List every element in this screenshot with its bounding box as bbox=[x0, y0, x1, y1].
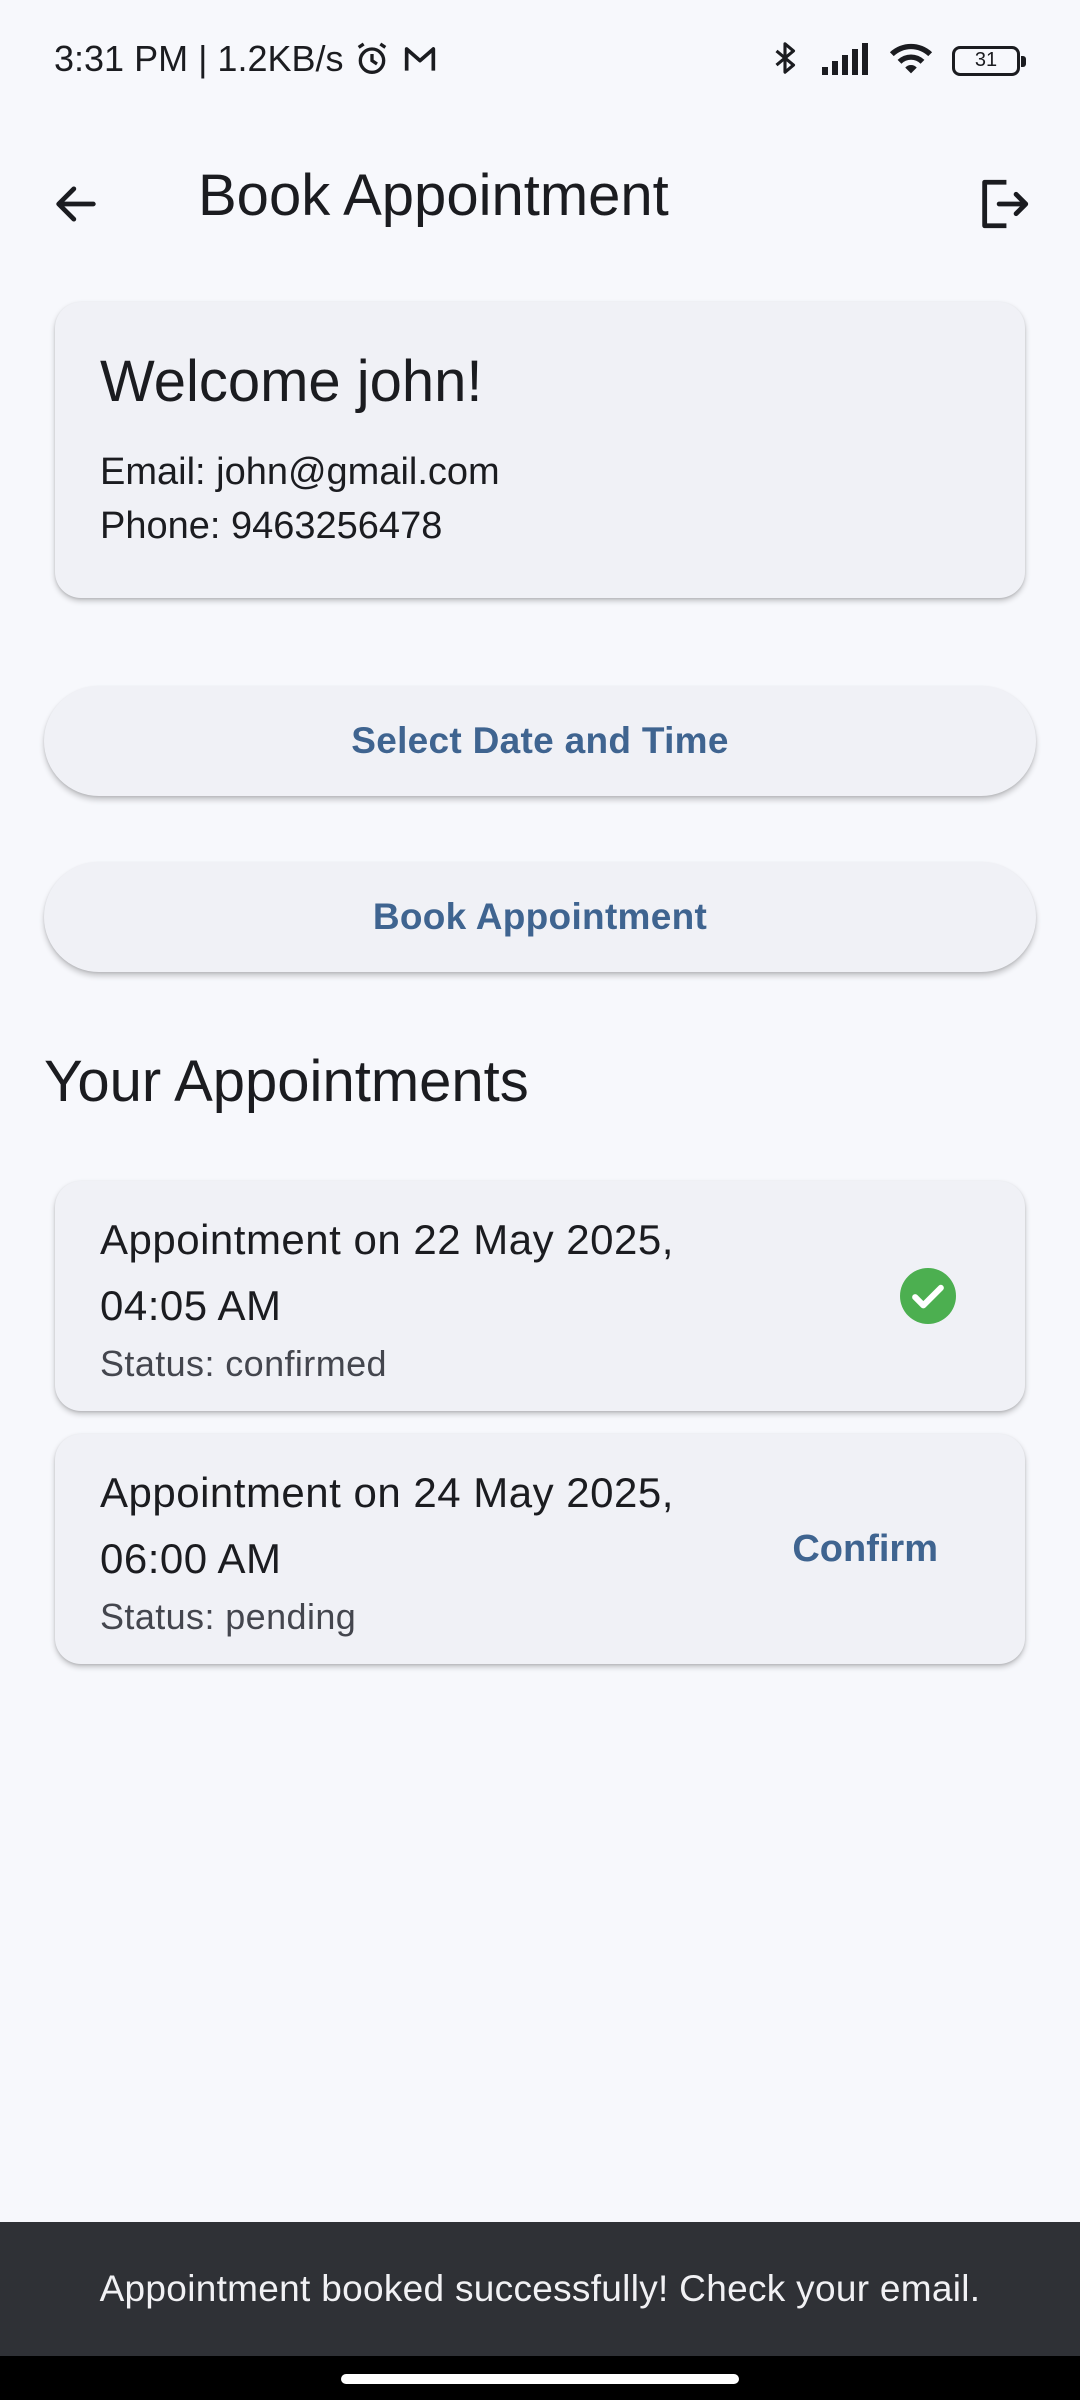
logout-icon bbox=[982, 179, 1029, 229]
wifi-icon bbox=[888, 40, 934, 81]
user-phone: Phone: 9463256478 bbox=[100, 505, 443, 547]
back-button[interactable] bbox=[40, 168, 112, 240]
bluetooth-icon bbox=[768, 38, 802, 83]
appointment-title: Appointment on 24 May 2025, 06:00 AM bbox=[100, 1469, 674, 1582]
gmail-icon bbox=[400, 39, 440, 79]
snackbar: Appointment booked successfully! Check y… bbox=[0, 2222, 1080, 2356]
battery-level: 31 bbox=[974, 49, 998, 71]
welcome-title: Welcome john! bbox=[100, 349, 483, 414]
battery-icon: 31 bbox=[952, 45, 1026, 76]
snackbar-message: Appointment booked successfully! Check y… bbox=[99, 2268, 981, 2309]
logout-button[interactable] bbox=[968, 168, 1040, 240]
appointment-card: Appointment on 22 May 2025, 04:05 AM Sta… bbox=[55, 1181, 1025, 1411]
appointment-status: Status: confirmed bbox=[100, 1343, 387, 1384]
status-right: 31 bbox=[768, 38, 1026, 83]
app-bar: Book Appointment bbox=[0, 124, 1080, 294]
signal-icon bbox=[820, 41, 870, 80]
page-title: Book Appointment bbox=[198, 163, 669, 228]
status-left: 3:31 PM | 1.2KB/s bbox=[54, 38, 440, 80]
user-email: Email: john@gmail.com bbox=[100, 451, 500, 493]
alarm-icon bbox=[352, 39, 392, 79]
back-arrow-icon bbox=[56, 186, 96, 222]
appointment-details: Appointment on 22 May 2025, 04:05 AM Sta… bbox=[100, 1207, 900, 1385]
appointment-status: Status: pending bbox=[100, 1596, 357, 1637]
book-appointment-button[interactable]: Book Appointment bbox=[44, 862, 1036, 972]
home-indicator[interactable] bbox=[341, 2374, 739, 2384]
appointments-section-title: Your Appointments bbox=[44, 1049, 529, 1114]
welcome-card: Welcome john! Email: john@gmail.com Phon… bbox=[55, 302, 1025, 598]
navigation-bar bbox=[0, 2356, 1080, 2400]
confirm-button[interactable]: Confirm bbox=[780, 1518, 950, 1581]
appointment-title: Appointment on 22 May 2025, 04:05 AM bbox=[100, 1216, 674, 1329]
status-bar: 3:31 PM | 1.2KB/s 31 bbox=[0, 0, 1080, 124]
select-date-time-button[interactable]: Select Date and Time bbox=[44, 686, 1036, 796]
appointment-details: Appointment on 24 May 2025, 06:00 AM Sta… bbox=[100, 1460, 780, 1638]
status-time: 3:31 PM | 1.2KB/s bbox=[54, 38, 344, 79]
check-circle-icon bbox=[900, 1268, 956, 1324]
appointment-card: Appointment on 24 May 2025, 06:00 AM Sta… bbox=[55, 1434, 1025, 1664]
